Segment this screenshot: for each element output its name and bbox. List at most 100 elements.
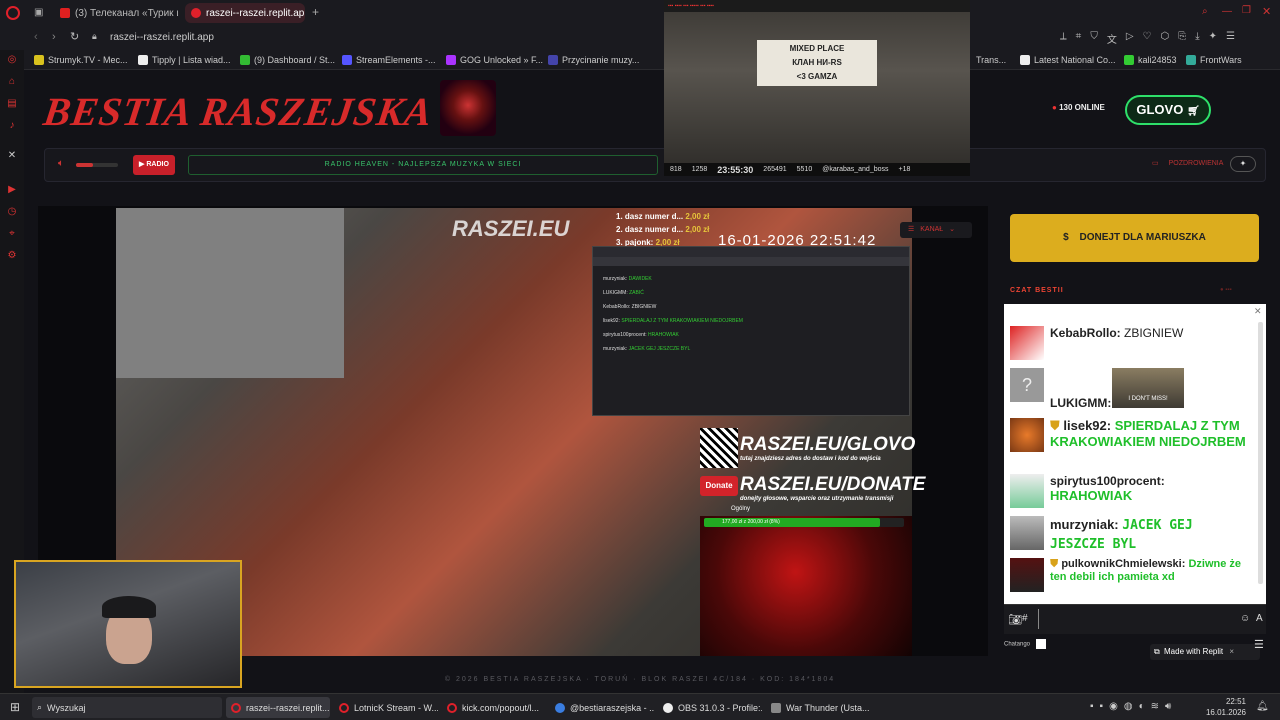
search-tabs-icon[interactable]: ⌕ [1202, 6, 1208, 17]
download-icon[interactable]: ⤓ [1195, 31, 1199, 46]
inner-chat-row: KebabRollo: ZBIGNIEW [603, 304, 657, 310]
hashtag-icon[interactable]: # [1022, 613, 1028, 624]
menu-icon[interactable]: ☰ [1226, 31, 1235, 46]
bookmark-item[interactable]: Latest National Co... [1020, 53, 1116, 67]
play-icon[interactable]: ▷ [1126, 31, 1134, 46]
taskbar-app[interactable]: OBS 31.0.3 - Profile:... [658, 697, 762, 718]
chat-message: spirytus100procent: HRAHOWIAK [1010, 474, 1250, 508]
goal-progress-label: 177,00 zł z 200,00 zł (8%) [722, 519, 780, 525]
bookmark-item[interactable]: Strumyk.TV - Mec... [34, 53, 128, 67]
text-format-icon[interactable]: A [1256, 613, 1263, 624]
lock-icon: 🔒︎ [92, 31, 97, 41]
bookmark-item[interactable]: Trans... [976, 53, 1006, 67]
opera-icon [231, 702, 241, 713]
chat-scrollbar[interactable] [1258, 322, 1263, 584]
chat-close-icon[interactable]: ✕ [1254, 306, 1262, 317]
radio-button[interactable]: ▶ RADIO [133, 155, 175, 175]
volume-icon[interactable]: 🔊︎ [1165, 701, 1171, 712]
goal-progress-bar: 177,00 zł z 200,00 zł (8%) [704, 518, 904, 527]
opera-icon [339, 702, 349, 713]
taskbar-search[interactable]: ⌕ Wyszukaj [32, 697, 222, 718]
player-icon[interactable]: ▶ [6, 184, 18, 196]
bookmark-item[interactable]: Przycinanie muzy... [548, 53, 639, 67]
taskbar-app[interactable]: LotnicK Stream - W... [334, 697, 438, 718]
chatango-label[interactable]: Chatango [1004, 639, 1046, 649]
greetings-link[interactable]: ▭ POZDROWIENIA [1152, 159, 1223, 167]
tray-app-icon[interactable]: ▪ [1100, 701, 1104, 712]
bookmark-icon [1124, 55, 1134, 65]
maximize-icon[interactable]: ❐ [1242, 5, 1251, 16]
system-tray: ▪ ▪ ◉ ◍ ◐ ≋ 🔊︎ [1090, 701, 1171, 712]
hamburger-menu-icon[interactable]: ☰ [1254, 638, 1264, 651]
youtube-favicon-icon [60, 8, 70, 18]
badge-icon: ⛊ [1050, 558, 1059, 570]
bookmark-item[interactable]: Tipply | Lista wiad... [138, 53, 231, 67]
bookmark-item[interactable]: (9) Dashboard / St... [240, 53, 335, 67]
emoji-icon[interactable]: ☺ [1240, 613, 1250, 624]
back-icon[interactable]: ‹ [34, 31, 38, 43]
pin-board-icon[interactable]: ⌖ [6, 228, 18, 240]
chat-input[interactable] [1038, 609, 1238, 629]
channel-dropdown[interactable]: ☰ KANAŁ ⌄ [900, 222, 972, 238]
video-watermark: RASZEI.EU [452, 216, 570, 241]
new-tab-icon[interactable]: + [312, 5, 319, 19]
inner-chat-row: murzyniak: DAWIDEK [603, 276, 652, 282]
pin-icon[interactable]: ⟂ [1060, 31, 1067, 46]
music-icon[interactable]: ♪ [6, 120, 18, 132]
bookmark-item[interactable]: StreamElements -... [342, 53, 436, 67]
x-icon[interactable]: ✕ [6, 150, 18, 162]
snapshot-icon[interactable]: ⎘ [1178, 31, 1186, 46]
opera-logo-icon[interactable] [6, 6, 20, 20]
wifi-icon[interactable]: ≋ [1151, 701, 1159, 712]
taskbar-app[interactable]: kick.com/popout/l... [442, 697, 546, 718]
volume-icon[interactable]: 🔈︎ [58, 158, 64, 169]
shield-icon[interactable]: ⛉ [1090, 31, 1098, 46]
history-icon[interactable]: ◷ [6, 206, 18, 218]
windows-start-icon[interactable]: ⊞ [10, 700, 20, 714]
site-logo[interactable]: BESTIA RASZEJSKA [41, 88, 436, 135]
url-field[interactable]: raszei--raszei.replit.app [110, 32, 214, 43]
notifications-icon[interactable]: 🔔︎ [1256, 701, 1269, 712]
side-camera-feed [116, 208, 344, 378]
bookmark-item[interactable]: GOG Unlocked » F... [446, 53, 543, 67]
aria-icon[interactable]: ✦ [1209, 31, 1217, 46]
bookmark-item[interactable]: FrontWars [1186, 53, 1242, 67]
messenger-icon[interactable]: ◎ [6, 54, 18, 66]
tray-app-icon[interactable]: ◐ [1139, 701, 1145, 712]
taskbar-app[interactable]: @bestiaraszejska - ... [550, 697, 654, 718]
donate-button[interactable]: $ DONEJT DLA MARIUSZKA [1010, 214, 1259, 262]
chat-message: ⛊ pulkownikChmielewski: Dziwne że ten de… [1010, 558, 1250, 592]
forward-icon[interactable]: › [52, 31, 56, 43]
extensions-icon[interactable]: ⬡ [1160, 31, 1169, 46]
translate-icon[interactable]: 文 [1107, 31, 1117, 46]
minimize-icon[interactable]: — [1222, 6, 1232, 17]
tab-telekanal[interactable]: (3) Телеканал «Турик и К [54, 3, 178, 23]
replit-favicon-icon [191, 8, 201, 18]
taskbar-clock[interactable]: 22:51 16.01.2026 [1204, 696, 1246, 718]
close-window-icon[interactable]: ✕ [1262, 5, 1271, 18]
volume-slider[interactable] [76, 163, 118, 167]
heart-icon[interactable]: ♡ [1143, 31, 1152, 46]
taskbar-app[interactable]: raszei--raszei.replit.... [226, 697, 330, 718]
avatar [1010, 558, 1044, 592]
bag-icon[interactable]: ⌂ [6, 76, 18, 88]
made-with-replit-badge[interactable]: ⧉ Made with Replit × [1150, 644, 1260, 660]
address-bar-row: ‹ › ↻ 🔒︎ raszei--raszei.replit.app ⟂ ⌗ ⛉… [0, 26, 1280, 50]
webcam-info-strip: ▪▪▪ ▪▪▪▪ ▪▪▪ ▪▪▪▪▪ ▪▪▪ ▪▪▪▪ [664, 0, 970, 12]
taskbar-app[interactable]: War Thunder (Usta... [766, 697, 870, 718]
camera-icon[interactable]: 📷︎ [1008, 613, 1022, 626]
tab-raszei[interactable]: raszei--raszei.replit.ap [185, 3, 305, 23]
tray-app-icon[interactable]: ▪ [1090, 701, 1094, 712]
settings-icon[interactable]: ⚙ [6, 250, 18, 262]
glovo-button[interactable]: GLOVO 🛒︎ [1125, 95, 1211, 125]
camera-icon[interactable]: ⌗ [1076, 31, 1082, 46]
tray-app-icon[interactable]: ◉ [1109, 701, 1118, 712]
tray-app-icon[interactable]: ◍ [1124, 701, 1133, 712]
workspaces-icon[interactable]: ▣ [34, 7, 43, 18]
bookmark-icon [240, 55, 250, 65]
close-icon[interactable]: × [1229, 647, 1234, 656]
goal-label: Ogólny [731, 506, 751, 512]
reload-icon[interactable]: ↻ [70, 30, 79, 43]
bookmark-item[interactable]: kali24853 [1124, 53, 1177, 67]
wallet-icon[interactable]: ▤ [6, 98, 18, 110]
